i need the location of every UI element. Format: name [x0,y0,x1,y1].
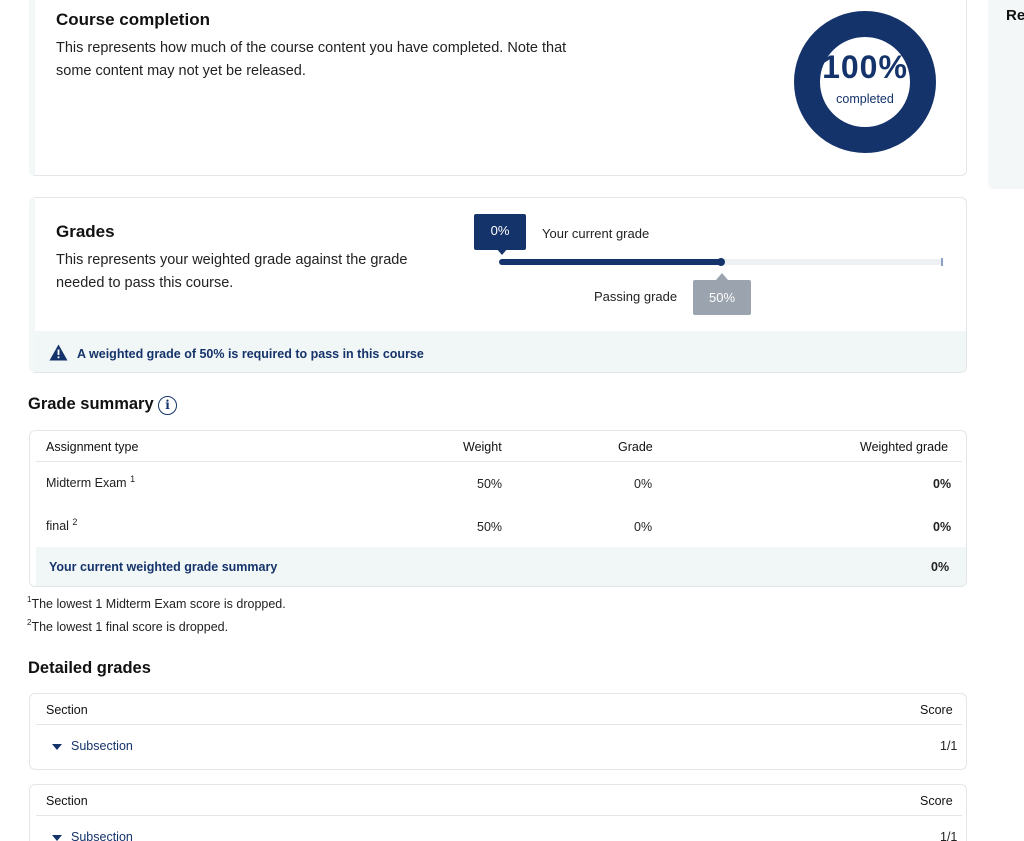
caret-down-icon[interactable] [52,744,62,750]
column-header-score: Score [920,703,953,717]
table-header-divider [36,461,962,462]
info-circle-icon[interactable]: i [158,396,177,415]
table-header-divider [36,724,962,725]
column-header-score: Score [920,794,953,808]
column-header-section: Section [46,794,88,808]
current-grade-badge: 0% [474,214,526,255]
summary-footer-value: 0% [931,560,950,574]
passing-requirement-alert: A weighted grade of 50% is required to p… [35,331,966,372]
detailed-grades-heading: Detailed grades [28,659,151,677]
caret-down-icon[interactable] [52,835,62,841]
course-completion-title: Course completion [56,10,210,29]
course-completion-description: This represents how much of the course c… [56,40,567,79]
weight-cell: 50% [477,520,503,534]
weighted-grade-summary-row: Your current weighted grade summary 0% [36,547,966,586]
right-panel-title: Re [1006,7,1024,24]
summary-footer-label: Your current weighted grade summary [49,560,278,574]
assignment-type-cell: Midterm Exam 1 [46,474,136,490]
assignment-type-cell: final 2 [46,517,78,533]
grades-title: Grades [56,222,115,241]
weighted-grade-cell: 0% [933,520,952,534]
right-sidebar-panel [988,0,1024,189]
grade-cell: 0% [634,520,653,534]
column-header-weighted-grade: Weighted grade [860,440,949,454]
completion-percent: 100% [822,49,908,85]
footnote: 2The lowest 1 final score is dropped. [27,618,229,634]
column-header-section: Section [46,703,88,717]
grade-bar-end-marker [941,258,943,266]
grade-progress-bar [499,258,943,266]
score-cell: 1/1 [940,739,958,753]
subsection-link[interactable]: Subsection [71,830,133,841]
detailed-grades-table: Section Score Subsection 1/1 [29,784,967,841]
column-header-assignment-type: Assignment type [46,440,139,454]
detailed-grades-table: Section Score Subsection 1/1 [29,693,967,770]
passing-grade-marker [717,258,725,266]
grades-card: Grades This represents your weighted gra… [29,197,967,373]
passing-grade-badge: 50% [693,273,751,315]
column-header-weight: Weight [463,440,502,454]
passing-grade-label: Passing grade [594,289,678,304]
weighted-grade-cell: 0% [933,477,952,491]
score-cell: 1/1 [940,830,958,841]
current-grade-label: Your current grade [542,226,650,241]
alert-text: A weighted grade of 50% is required to p… [77,347,424,361]
grades-description: This represents your weighted grade agai… [56,252,408,291]
warning-triangle-icon [49,344,68,366]
grade-summary-heading: Grade summary [28,395,154,413]
grade-summary-table: Assignment type Weight Grade Weighted gr… [29,430,967,587]
table-header-divider [36,815,962,816]
column-header-grade: Grade [618,440,653,454]
completion-percent-label: completed [836,92,894,106]
weight-cell: 50% [477,477,503,491]
footnote: 1The lowest 1 Midterm Exam score is drop… [27,595,286,611]
completion-donut-chart: 100% completed [792,9,938,155]
subsection-link[interactable]: Subsection [71,739,133,753]
course-completion-card: Course completion This represents how mu… [29,0,967,176]
grade-progress-fill [499,259,721,265]
grade-cell: 0% [634,477,653,491]
